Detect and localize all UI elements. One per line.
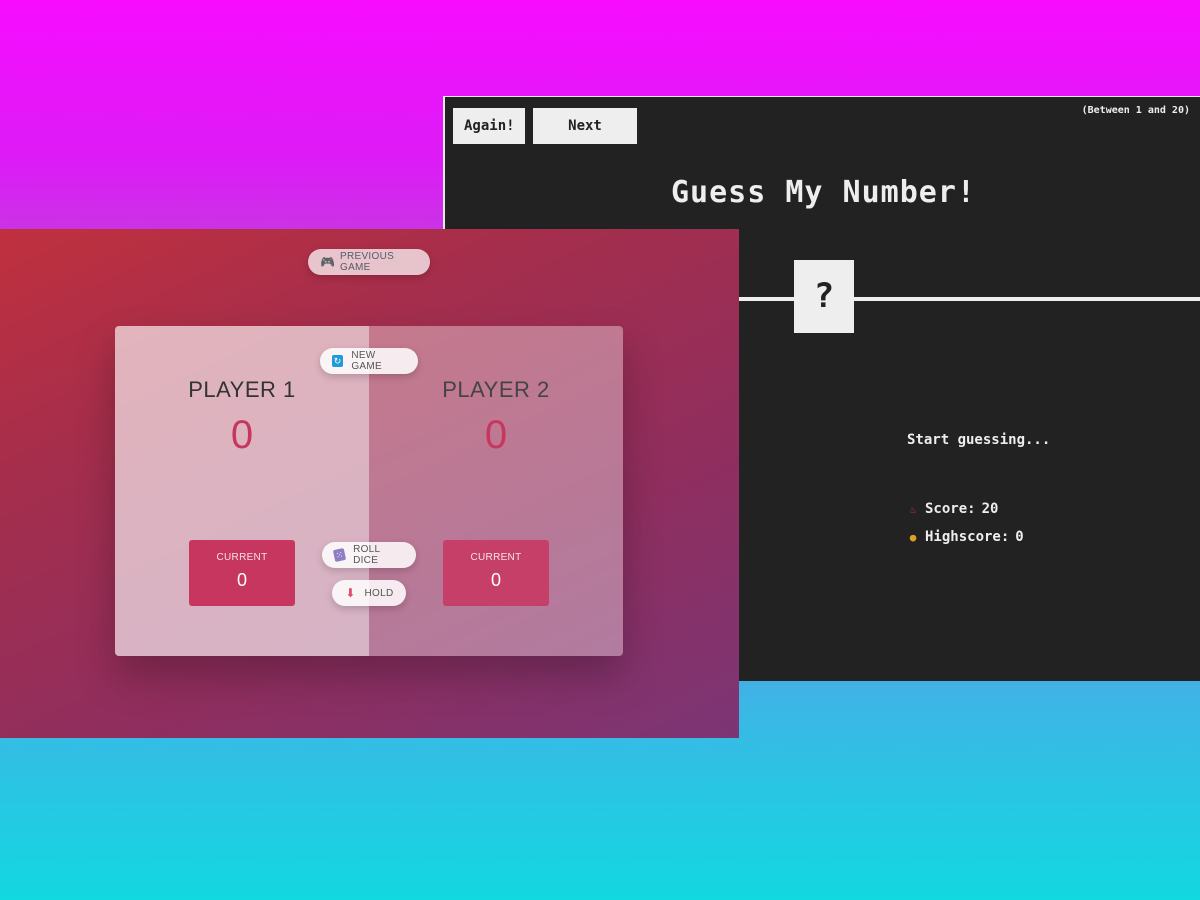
hold-label: HOLD bbox=[364, 587, 394, 599]
current-label: CURRENT bbox=[216, 552, 268, 563]
secret-number-box: ? bbox=[794, 260, 854, 333]
current-score: 0 bbox=[490, 570, 501, 590]
game-board: PLAYER 1 0 CURRENT 0 PLAYER 2 0 CURRENT … bbox=[115, 326, 623, 656]
roll-dice-button[interactable]: ⁙ ROLL DICE bbox=[322, 542, 416, 568]
roll-dice-label: ROLL DICE bbox=[353, 544, 381, 566]
refresh-icon: ↻ bbox=[332, 355, 344, 367]
next-game-button[interactable]: Next Game! bbox=[533, 108, 637, 170]
dice-icon: ⁙ bbox=[332, 547, 347, 563]
score-value: 20 bbox=[981, 501, 999, 517]
page-title: Guess My Number! bbox=[671, 175, 976, 210]
highscore-row: ● Highscore: 0 bbox=[907, 529, 1024, 545]
player-score: 0 bbox=[230, 413, 254, 457]
new-game-button[interactable]: ↻ NEW GAME bbox=[320, 348, 418, 374]
guess-message: Start guessing... bbox=[907, 432, 1051, 448]
highscore-value: 0 bbox=[1015, 529, 1024, 545]
range-hint: (Between 1 and 20) bbox=[1081, 105, 1190, 116]
fire-icon: ♨ bbox=[909, 502, 917, 516]
score-label: Score: bbox=[925, 501, 976, 517]
previous-game-label: PREVIOUS GAME bbox=[340, 251, 395, 273]
highscore-label: Highscore: bbox=[925, 529, 1010, 545]
current-score-box: CURRENT 0 bbox=[443, 540, 549, 606]
gamepad-icon: 🎮 bbox=[320, 255, 336, 269]
medal-icon: ● bbox=[909, 530, 917, 544]
download-icon: ⬇ bbox=[345, 586, 356, 600]
again-button[interactable]: Again! bbox=[453, 108, 525, 144]
current-score: 0 bbox=[236, 570, 247, 590]
hold-button[interactable]: ⬇ HOLD bbox=[332, 580, 406, 606]
pig-game-window: 🎮 PREVIOUS GAME PLAYER 1 0 CURRENT 0 PLA… bbox=[0, 229, 739, 738]
score-row: ♨ Score: 20 bbox=[907, 501, 999, 517]
player-1-panel: PLAYER 1 0 CURRENT 0 bbox=[115, 326, 369, 656]
previous-game-button[interactable]: 🎮 PREVIOUS GAME bbox=[308, 249, 430, 275]
current-score-box: CURRENT 0 bbox=[189, 540, 295, 606]
player-score: 0 bbox=[484, 413, 508, 457]
player-name: PLAYER 1 bbox=[188, 377, 296, 402]
player-name: PLAYER 2 bbox=[442, 377, 550, 402]
new-game-label: NEW GAME bbox=[351, 350, 382, 372]
player-2-panel: PLAYER 2 0 CURRENT 0 bbox=[369, 326, 623, 656]
current-label: CURRENT bbox=[470, 552, 522, 563]
